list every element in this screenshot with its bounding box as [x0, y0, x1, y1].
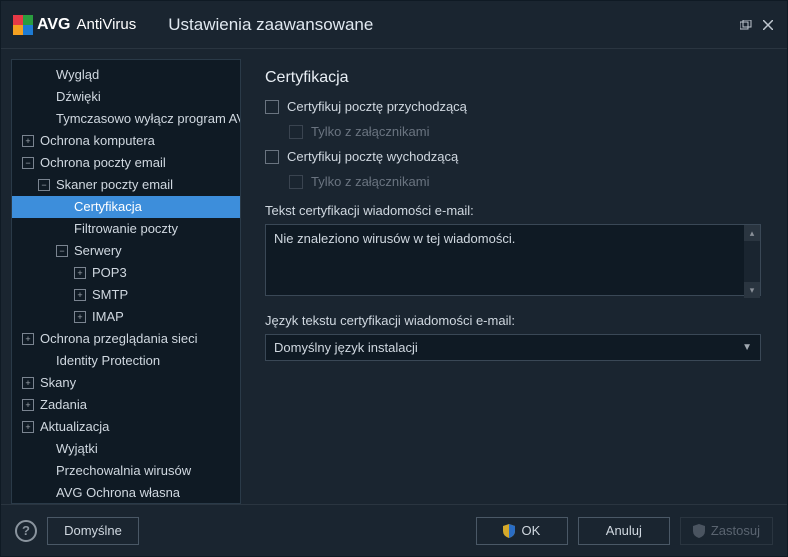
- tree-pop3[interactable]: +POP3: [12, 262, 240, 284]
- expand-icon[interactable]: +: [74, 289, 86, 301]
- checkbox-icon[interactable]: [265, 100, 279, 114]
- cert-text-label: Tekst certyfikacji wiadomości e-mail:: [265, 203, 761, 218]
- ok-button[interactable]: OK: [476, 517, 568, 545]
- tree-smtp[interactable]: +SMTP: [12, 284, 240, 306]
- brand-antivirus: AntiVirus: [76, 16, 136, 33]
- shield-icon: [503, 524, 515, 538]
- checkbox-icon: [289, 175, 303, 189]
- certify-outgoing-row[interactable]: Certyfikuj pocztę wychodzącą: [265, 149, 761, 164]
- tree-tasks[interactable]: +Zadania: [12, 394, 240, 416]
- tree-scans[interactable]: +Skany: [12, 372, 240, 394]
- collapse-icon[interactable]: −: [56, 245, 68, 257]
- collapse-icon[interactable]: −: [22, 157, 34, 169]
- tree-email-protection[interactable]: −Ochrona poczty email: [12, 152, 240, 174]
- chevron-down-icon: ▼: [742, 342, 752, 353]
- collapse-icon[interactable]: −: [38, 179, 50, 191]
- scroll-up-icon[interactable]: ▴: [744, 225, 760, 241]
- tree-imap[interactable]: +IMAP: [12, 306, 240, 328]
- panel-title: Certyfikacja: [265, 69, 761, 87]
- expand-icon[interactable]: +: [22, 333, 34, 345]
- tree-browsing-protection[interactable]: +Ochrona przeglądania sieci: [12, 328, 240, 350]
- cancel-button[interactable]: Anuluj: [578, 517, 670, 545]
- expand-icon[interactable]: +: [74, 311, 86, 323]
- expand-icon[interactable]: +: [22, 135, 34, 147]
- expand-icon[interactable]: +: [22, 377, 34, 389]
- tree-computer-protection[interactable]: +Ochrona komputera: [12, 130, 240, 152]
- tree-update[interactable]: +Aktualizacja: [12, 416, 240, 438]
- help-icon: ?: [22, 523, 30, 538]
- apply-button: Zastosuj: [680, 517, 773, 545]
- titlebar-controls: [739, 18, 775, 32]
- certify-incoming-row[interactable]: Certyfikuj pocztę przychodzącą: [265, 99, 761, 114]
- shield-icon: [693, 524, 705, 538]
- content-area: Wygląd Dźwięki Tymczasowo wyłącz program…: [1, 49, 787, 504]
- scroll-down-icon[interactable]: ▾: [744, 282, 760, 298]
- tree-appearance[interactable]: Wygląd: [12, 64, 240, 86]
- textarea-scrollbar[interactable]: ▴ ▾: [744, 225, 760, 298]
- cert-lang-value: Domyślny język instalacji: [274, 340, 418, 355]
- settings-tree[interactable]: Wygląd Dźwięki Tymczasowo wyłącz program…: [11, 59, 241, 504]
- attachments-only-in-label: Tylko z załącznikami: [311, 124, 429, 139]
- expand-icon[interactable]: +: [22, 399, 34, 411]
- defaults-button[interactable]: Domyślne: [47, 517, 139, 545]
- certify-outgoing-label: Certyfikuj pocztę wychodzącą: [287, 149, 458, 164]
- settings-window: AVG AntiVirus Ustawienia zaawansowane Wy…: [0, 0, 788, 557]
- cert-lang-label: Język tekstu certyfikacji wiadomości e-m…: [265, 313, 761, 328]
- expand-icon[interactable]: +: [22, 421, 34, 433]
- checkbox-icon[interactable]: [265, 150, 279, 164]
- tree-certification[interactable]: Certyfikacja: [12, 196, 240, 218]
- avg-logo-icon: [13, 15, 33, 35]
- main-panel: Certyfikacja Certyfikuj pocztę przychodz…: [249, 59, 777, 504]
- titlebar: AVG AntiVirus Ustawienia zaawansowane: [1, 1, 787, 49]
- tree-self-protect[interactable]: AVG Ochrona własna: [12, 482, 240, 504]
- window-title: Ustawienia zaawansowane: [168, 15, 373, 35]
- cert-text-input[interactable]: [265, 224, 761, 296]
- attachments-only-out-row: Tylko z załącznikami: [289, 174, 761, 189]
- tree-exceptions[interactable]: Wyjątki: [12, 438, 240, 460]
- tree-temp-disable[interactable]: Tymczasowo wyłącz program AVG: [12, 108, 240, 130]
- tree-virus-vault[interactable]: Przechowalnia wirusów: [12, 460, 240, 482]
- tree-sounds[interactable]: Dźwięki: [12, 86, 240, 108]
- brand-avg: AVG: [37, 16, 70, 34]
- close-icon: [763, 20, 773, 30]
- attachments-only-in-row: Tylko z załącznikami: [289, 124, 761, 139]
- tree-email-scanner[interactable]: −Skaner poczty email: [12, 174, 240, 196]
- tree-identity[interactable]: Identity Protection: [12, 350, 240, 372]
- checkbox-icon: [289, 125, 303, 139]
- certify-incoming-label: Certyfikuj pocztę przychodzącą: [287, 99, 467, 114]
- tree-servers[interactable]: −Serwery: [12, 240, 240, 262]
- tree-mail-filtering[interactable]: Filtrowanie poczty: [12, 218, 240, 240]
- cert-text-wrap: ▴ ▾: [265, 224, 761, 299]
- app-logo: AVG AntiVirus: [13, 15, 136, 35]
- footer: ? Domyślne OK Anuluj Zastosuj: [1, 504, 787, 556]
- close-button[interactable]: [761, 18, 775, 32]
- minimize-button[interactable]: [739, 18, 753, 32]
- expand-icon[interactable]: +: [74, 267, 86, 279]
- cert-lang-dropdown[interactable]: Domyślny język instalacji ▼: [265, 334, 761, 361]
- attachments-only-out-label: Tylko z załącznikami: [311, 174, 429, 189]
- help-button[interactable]: ?: [15, 520, 37, 542]
- window-restore-icon: [740, 20, 752, 30]
